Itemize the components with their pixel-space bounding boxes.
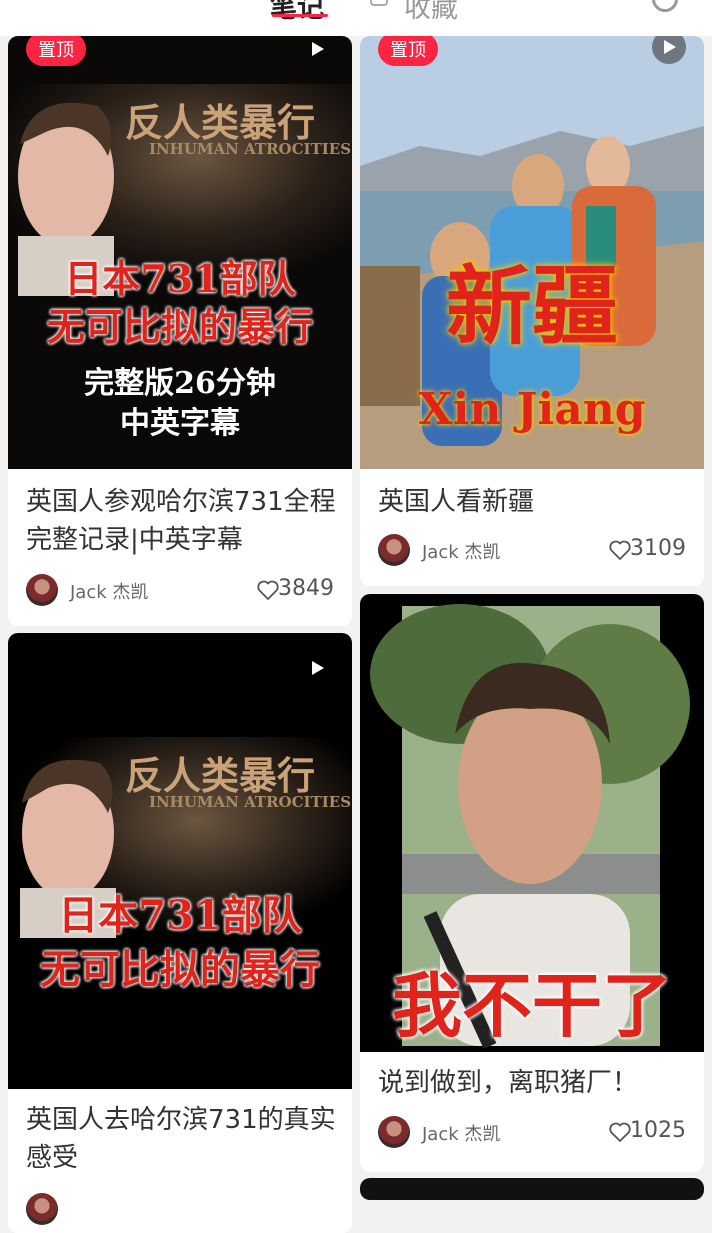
top-tab-bar: 笔记 收藏 bbox=[0, 0, 712, 36]
like-count: 1025 bbox=[630, 1118, 686, 1143]
note-card[interactable]: 我不干了 说到做到，离职猪厂！ Jack 杰凯 1025 bbox=[360, 594, 704, 1172]
thumbnail-caption-3: 完整版26分钟 bbox=[84, 366, 276, 401]
thumbnail-caption-1: 日本731部队 bbox=[64, 256, 296, 301]
note-meta bbox=[26, 1193, 334, 1227]
video-play-icon bbox=[312, 661, 324, 675]
active-tab-indicator bbox=[272, 14, 328, 17]
author-name[interactable]: Jack 杰凯 bbox=[422, 1120, 500, 1146]
search-icon[interactable] bbox=[652, 0, 678, 12]
tab-collect[interactable]: 收藏 bbox=[370, 0, 458, 25]
author-avatar[interactable] bbox=[26, 1193, 58, 1225]
video-play-icon bbox=[312, 42, 324, 56]
thumbnail-caption-1: 新疆 bbox=[446, 256, 618, 357]
thumbnail-caption-4: 中英字幕 bbox=[120, 406, 240, 441]
note-card[interactable]: 反人类暴行 INHUMAN ATROCITIES 日本731部队 无可比拟的暴行… bbox=[8, 633, 352, 1233]
note-card[interactable]: 置顶 反人类暴行 INHUMAN ATROCITIES 日本731部队 无可比拟… bbox=[8, 36, 352, 626]
note-thumbnail[interactable]: 置顶 反人类暴行 INHUMAN ATROCITIES 日本731部队 无可比拟… bbox=[8, 36, 352, 469]
author-name[interactable]: Jack 杰凯 bbox=[422, 538, 500, 564]
pinned-badge: 置顶 bbox=[26, 36, 86, 66]
note-thumbnail[interactable] bbox=[360, 1178, 704, 1200]
thumbnail-caption-1: 我不干了 bbox=[392, 964, 672, 1047]
thumbnail-sign-cn: 反人类暴行 bbox=[124, 753, 315, 798]
note-title[interactable]: 英国人参观哈尔滨731全程完整记录|中英字幕 bbox=[26, 483, 338, 559]
pinned-badge: 置顶 bbox=[378, 36, 438, 66]
heart-icon[interactable] bbox=[608, 1120, 632, 1144]
thumbnail-caption-2: 无可比拟的暴行 bbox=[40, 946, 320, 993]
thumbnail-caption-2: 无可比拟的暴行 bbox=[46, 304, 313, 349]
thumbnail-sign-en: INHUMAN ATROCITIES bbox=[148, 793, 352, 811]
note-card[interactable]: 置顶 新疆 Xin Jiang 英国人看新疆 Jack 杰凯 3109 bbox=[360, 36, 704, 586]
thumbnail-sign-cn: 反人类暴行 bbox=[124, 100, 315, 145]
thumbnail-caption-1: 日本731部队 bbox=[58, 892, 302, 939]
thumbnail-caption-2: Xin Jiang bbox=[418, 384, 646, 435]
note-meta: Jack 杰凯 1025 bbox=[378, 1116, 686, 1150]
note-title[interactable]: 英国人看新疆 bbox=[378, 483, 690, 521]
note-title[interactable]: 说到做到，离职猪厂！ bbox=[378, 1064, 690, 1102]
thumbnail-art bbox=[8, 737, 352, 947]
note-thumbnail[interactable]: 我不干了 bbox=[360, 594, 704, 1052]
note-meta: Jack 杰凯 3849 bbox=[26, 574, 334, 608]
note-card[interactable] bbox=[360, 1178, 704, 1200]
thumbnail-sign-en: INHUMAN ATROCITIES bbox=[148, 140, 352, 158]
author-name[interactable]: Jack 杰凯 bbox=[70, 578, 148, 604]
video-play-icon bbox=[664, 40, 676, 54]
note-title[interactable]: 英国人去哈尔滨731的真实感受 bbox=[26, 1101, 338, 1177]
author-avatar[interactable] bbox=[378, 534, 410, 566]
note-meta: Jack 杰凯 3109 bbox=[378, 534, 686, 568]
author-avatar[interactable] bbox=[26, 574, 58, 606]
tab-collect-label: 收藏 bbox=[404, 0, 458, 24]
like-count: 3109 bbox=[630, 536, 686, 561]
author-avatar[interactable] bbox=[378, 1116, 410, 1148]
heart-icon[interactable] bbox=[608, 538, 632, 562]
note-thumbnail[interactable]: 置顶 新疆 Xin Jiang bbox=[360, 36, 704, 469]
tab-notes[interactable]: 笔记 bbox=[270, 0, 324, 25]
like-count: 3849 bbox=[278, 576, 334, 601]
note-thumbnail[interactable]: 反人类暴行 INHUMAN ATROCITIES 日本731部队 无可比拟的暴行 bbox=[8, 633, 352, 1089]
heart-icon[interactable] bbox=[256, 578, 280, 602]
notes-feed: 置顶 反人类暴行 INHUMAN ATROCITIES 日本731部队 无可比拟… bbox=[0, 36, 712, 1233]
